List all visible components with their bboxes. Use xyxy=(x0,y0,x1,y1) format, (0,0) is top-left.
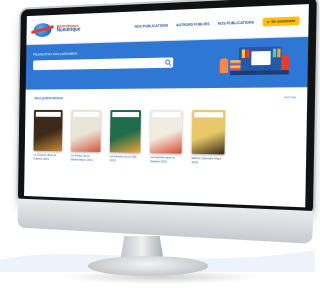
cover-masthead xyxy=(152,112,181,118)
nav-item-authors[interactable]: AUTEURS PUBLIÉS xyxy=(176,21,210,26)
publication-title[interactable]: La Gazette dans la Galaxie 2021 xyxy=(33,153,62,162)
cover-masthead xyxy=(194,112,224,118)
book-illustration xyxy=(277,48,281,58)
login-button[interactable]: ● Se connecter xyxy=(262,15,300,26)
stage: Bibliothèque Numérique NOS PUBLICATIONS … xyxy=(0,0,317,300)
book-illustration xyxy=(246,49,250,58)
publications-header: Nos publications Voir tout xyxy=(34,94,296,100)
user-icon: ● xyxy=(266,19,270,24)
main-nav: NOS PUBLICATIONS AUTEURS PUBLIÉS NOS PUB… xyxy=(134,15,300,30)
book-illustration xyxy=(272,48,277,58)
publications-section: Nos publications Voir tout La Gazette da… xyxy=(24,87,308,208)
search-icon[interactable] xyxy=(165,59,171,65)
book-illustration xyxy=(241,49,246,58)
nav-item-publications[interactable]: NOS PUBLICATIONS xyxy=(134,23,168,28)
search-input[interactable] xyxy=(33,57,174,71)
cover-masthead xyxy=(112,112,140,118)
publication-title[interactable]: La Revue de la Bibliothèque 2021 xyxy=(71,153,101,162)
imac-monitor: Bibliothèque Numérique NOS PUBLICATIONS … xyxy=(17,0,317,250)
publication-title[interactable]: Edition Spéciale Mars 2021 xyxy=(191,156,224,166)
monitor-bezel: Bibliothèque Numérique NOS PUBLICATIONS … xyxy=(17,0,317,216)
login-button-label: Se connecter xyxy=(271,18,296,24)
publication-cover-image[interactable] xyxy=(150,110,183,154)
screen-illustration xyxy=(251,50,271,66)
publication-list: La Gazette dans la Galaxie 2021 La Revue … xyxy=(33,109,296,167)
monitor-screen: Bibliothèque Numérique NOS PUBLICATIONS … xyxy=(24,4,309,208)
globe-logo-icon[interactable] xyxy=(33,22,52,37)
publication-title[interactable]: La Gazette dans la Galaxie 2021 xyxy=(150,155,182,164)
site-logo[interactable]: Bibliothèque Numérique xyxy=(56,23,81,34)
logo-line2: Numérique xyxy=(56,26,81,34)
hero-search-banner: Recherchez une publication xyxy=(25,36,309,90)
publication-title[interactable]: La Gazette de la Ville 2021 xyxy=(110,154,141,163)
nav-item-more[interactable]: NOS PUBLICATIONS xyxy=(218,20,254,26)
cover-masthead xyxy=(35,111,61,117)
cover-masthead xyxy=(73,111,100,117)
publication-card[interactable]: La Gazette de la Ville 2021 xyxy=(109,110,142,163)
person-illustration xyxy=(281,54,290,71)
publication-cover-image[interactable] xyxy=(109,110,142,153)
book-stack-illustration xyxy=(230,60,241,71)
publications-title: Nos publications xyxy=(34,95,64,101)
publication-card[interactable]: La Gazette dans la Galaxie 2021 xyxy=(150,110,183,164)
publication-card[interactable]: La Gazette dans la Galaxie 2021 xyxy=(33,109,63,162)
publication-cover-image[interactable] xyxy=(33,109,63,152)
publication-card[interactable]: La Revue de la Bibliothèque 2021 xyxy=(70,109,102,163)
see-all-link[interactable]: Voir tout xyxy=(284,94,296,98)
publication-cover-image[interactable] xyxy=(191,110,226,155)
person-illustration xyxy=(219,58,229,74)
publication-card[interactable]: Edition Spéciale Mars 2021 xyxy=(191,110,226,166)
publication-cover-image[interactable] xyxy=(70,109,102,153)
monitor-stand-base xyxy=(88,256,208,276)
library-illustration xyxy=(219,42,294,86)
